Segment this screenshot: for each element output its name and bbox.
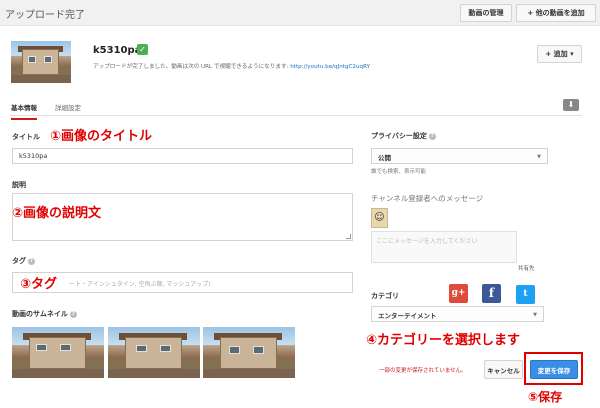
- thumbnail-label-text: 動画のサムネイル: [12, 310, 68, 318]
- thumbnail-option-1[interactable]: [12, 327, 104, 378]
- privacy-label: プライバシー設定?: [371, 131, 436, 141]
- thumbnail-label: 動画のサムネイル?: [12, 309, 77, 319]
- caret-down-icon: ▼: [533, 312, 537, 318]
- page-title: アップロード完了: [5, 10, 85, 21]
- channel-message-placeholder: ここにメッセージを入力してください: [376, 238, 478, 245]
- annotation-save: ⑤保存: [528, 390, 563, 404]
- caret-down-icon: ▼: [537, 154, 541, 160]
- tags-input[interactable]: ート・アインシュタイン, 空飛ぶ豚, マッシュアップ): [12, 272, 353, 293]
- annotation-description: ②画像の説明文: [12, 206, 102, 221]
- resize-grip[interactable]: [346, 234, 351, 239]
- video-name: k5310pa: [93, 45, 142, 56]
- cancel-button[interactable]: キャンセル: [484, 360, 523, 379]
- shared-to-label: 共有先: [518, 266, 535, 272]
- download-icon[interactable]: ⬇: [563, 99, 579, 111]
- privacy-value: 公開: [378, 154, 391, 162]
- category-label: カテゴリ: [371, 292, 399, 300]
- privacy-hint: 誰でも検索、表示可能: [371, 169, 427, 175]
- description-label: 説明: [12, 181, 26, 189]
- add-more-videos-button[interactable]: + 他の動画を追加: [516, 4, 596, 22]
- twitter-icon[interactable]: t: [516, 285, 535, 304]
- annotation-title: ①画像のタイトル: [50, 129, 153, 144]
- tab-divider: [10, 115, 582, 116]
- tab-advanced-settings[interactable]: 詳細設定: [55, 102, 81, 112]
- help-icon[interactable]: ?: [428, 132, 436, 140]
- check-icon: ✓: [137, 44, 148, 55]
- help-icon[interactable]: ?: [69, 310, 77, 318]
- help-icon[interactable]: ?: [28, 257, 35, 265]
- annotation-tags: ③タグ: [20, 277, 58, 292]
- channel-message-label: チャンネル登録者へのメッセージ: [371, 194, 484, 203]
- category-select[interactable]: エンターテイメント ▼: [371, 306, 544, 322]
- google-plus-icon[interactable]: g+: [449, 284, 468, 303]
- tags-label: タグ?: [12, 256, 35, 266]
- thumbnail-option-3[interactable]: [203, 327, 295, 378]
- category-value: エンターテイメント: [378, 312, 437, 320]
- save-changes-button[interactable]: 変更を保存: [530, 360, 578, 379]
- upload-message-text: アップロードが完了しました。動画は次の URL で視聴できるようになります:: [93, 64, 289, 70]
- tags-label-text: タグ: [12, 257, 26, 265]
- annotation-category: ④カテゴリーを選択します: [366, 333, 521, 348]
- title-label: タイトル: [12, 133, 40, 141]
- video-url-link[interactable]: http://youtu.be/qJntgC2uqRY: [290, 64, 370, 70]
- upload-message: アップロードが完了しました。動画は次の URL で視聴できるようになります: h…: [93, 62, 370, 70]
- tab-basic-info[interactable]: 基本情報: [11, 102, 37, 120]
- privacy-select[interactable]: 公開 ▼: [371, 148, 548, 164]
- tags-placeholder: ート・アインシュタイン, 空飛ぶ豚, マッシュアップ): [69, 281, 211, 288]
- privacy-label-text: プライバシー設定: [371, 132, 427, 140]
- thumbnail-option-2[interactable]: [108, 327, 200, 378]
- channel-message-textarea[interactable]: ここにメッセージを入力してください: [371, 231, 517, 263]
- manage-videos-button[interactable]: 動画の管理: [460, 4, 512, 22]
- title-input[interactable]: k5310pa: [12, 148, 353, 164]
- unsaved-warning: 一部の変更が保存されていません。: [379, 368, 467, 374]
- avatar: ☺: [371, 208, 388, 228]
- add-to-playlist-button[interactable]: + 追加 ▾: [537, 45, 582, 63]
- facebook-icon[interactable]: f: [482, 284, 501, 303]
- video-thumbnail[interactable]: [11, 41, 71, 83]
- top-bar: アップロード完了 動画の管理 + 他の動画を追加: [0, 0, 600, 26]
